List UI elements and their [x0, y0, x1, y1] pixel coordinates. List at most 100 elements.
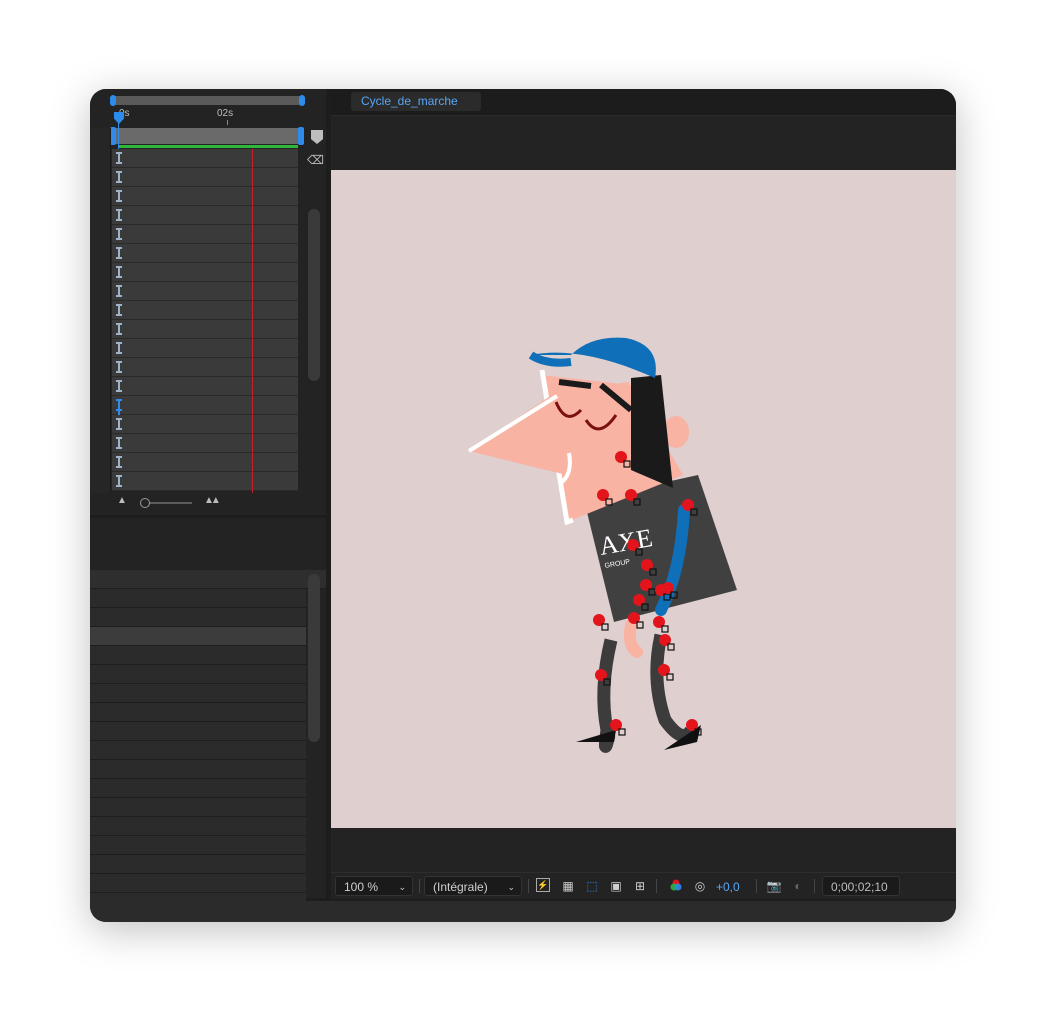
- snapshot-icon[interactable]: 📷: [766, 878, 782, 894]
- cached-frames-bar: [118, 145, 298, 148]
- toolbar-separator: [656, 879, 657, 893]
- list-row[interactable]: [90, 646, 306, 665]
- ruler-tick: [227, 120, 228, 125]
- keyframe-marker[interactable]: [116, 475, 122, 487]
- cap-visor: [528, 351, 572, 367]
- work-area-bar[interactable]: [112, 128, 302, 144]
- keyframe-marker[interactable]: [116, 171, 122, 183]
- timeline-layer-row[interactable]: [112, 415, 298, 434]
- puppet-pin-handle[interactable]: [593, 614, 609, 631]
- timeline-layer-rows: [112, 149, 298, 491]
- fast-preview-icon[interactable]: ⚡: [536, 878, 550, 892]
- keyframe-marker[interactable]: [116, 380, 122, 392]
- keyframe-marker[interactable]: [116, 304, 122, 316]
- timeline-layer-row[interactable]: [112, 187, 298, 206]
- resolution-select[interactable]: (Intégrale) ⌄: [424, 876, 522, 896]
- keyframe-marker[interactable]: [116, 361, 122, 373]
- list-row[interactable]: [90, 608, 306, 627]
- keyframe-marker[interactable]: [116, 399, 122, 411]
- keyframe-marker[interactable]: [116, 418, 122, 430]
- keyframe-marker[interactable]: [116, 190, 122, 202]
- time-navigator-end-handle[interactable]: [299, 95, 305, 106]
- timeline-layer-row[interactable]: [112, 282, 298, 301]
- list-row[interactable]: [90, 798, 306, 817]
- work-area-end-handle[interactable]: [298, 127, 304, 145]
- timeline-layer-row[interactable]: [112, 263, 298, 282]
- timeline-layer-row[interactable]: [112, 453, 298, 472]
- timeline-layer-row[interactable]: [112, 168, 298, 187]
- chevron-down-icon: ⌄: [507, 882, 515, 892]
- zoom-in-mountains-icon[interactable]: ▲▲: [204, 495, 221, 506]
- list-row[interactable]: [90, 779, 306, 798]
- list-row[interactable]: [90, 722, 306, 741]
- resolution-value: (Intégrale): [433, 880, 488, 894]
- timeline-zoom-slider[interactable]: [140, 498, 150, 508]
- list-row[interactable]: [90, 741, 306, 760]
- show-snapshot-icon[interactable]: ◐: [790, 878, 806, 894]
- graph-editor-icon[interactable]: ⌫: [307, 153, 324, 167]
- keyframe-marker[interactable]: [116, 247, 122, 259]
- list-row[interactable]: [90, 703, 306, 722]
- timeline-layer-row[interactable]: [112, 377, 298, 396]
- eyebrow-left: [558, 379, 592, 389]
- panel-header-row: [90, 570, 326, 589]
- list-row[interactable]: [90, 627, 306, 646]
- zoom-select[interactable]: 100 % ⌄: [335, 876, 413, 896]
- ruler-label-2s: 02s: [217, 108, 234, 119]
- app-window: 0s 02s ⌫ ▲ ▲▲ Cycle_de_marche AXE GROUP …: [90, 89, 956, 922]
- list-row[interactable]: [90, 817, 306, 836]
- timeline-layer-row[interactable]: [112, 396, 298, 415]
- keyframe-marker[interactable]: [116, 342, 122, 354]
- timeline-layer-row[interactable]: [112, 149, 298, 168]
- back-leg: [597, 638, 618, 753]
- timeline-layer-row[interactable]: [112, 225, 298, 244]
- zoom-value: 100 %: [344, 880, 379, 894]
- transparency-grid-icon[interactable]: ▦: [560, 878, 576, 894]
- timeline-layer-row[interactable]: [112, 320, 298, 339]
- zoom-out-mountain-icon[interactable]: ▲: [117, 495, 127, 506]
- timeline-layer-row[interactable]: [112, 434, 298, 453]
- timeline-zoom-track: [144, 502, 192, 504]
- keyframe-marker[interactable]: [116, 209, 122, 221]
- keyframe-marker[interactable]: [116, 323, 122, 335]
- keyframe-marker[interactable]: [116, 266, 122, 278]
- keyframe-marker[interactable]: [116, 285, 122, 297]
- list-row[interactable]: [90, 836, 306, 855]
- timeline-layer-row[interactable]: [112, 472, 298, 491]
- playhead-line: [118, 123, 119, 149]
- timeline-layer-row[interactable]: [112, 206, 298, 225]
- keyframe-marker[interactable]: [116, 152, 122, 164]
- lower-panel-scrollbar[interactable]: [308, 574, 320, 742]
- time-navigator-bar[interactable]: [112, 96, 302, 105]
- list-row[interactable]: [90, 855, 306, 874]
- mask-path-icon[interactable]: ⬚: [584, 878, 600, 894]
- list-row[interactable]: [90, 665, 306, 684]
- time-navigator-start-handle[interactable]: [110, 95, 116, 106]
- timeline-layer-row[interactable]: [112, 301, 298, 320]
- timeline-vertical-scrollbar[interactable]: [308, 209, 320, 381]
- keyframe-marker[interactable]: [116, 456, 122, 468]
- layer-switches-gutter: [90, 128, 111, 495]
- tab-cycle-de-marche[interactable]: Cycle_de_marche: [351, 92, 481, 111]
- region-of-interest-icon[interactable]: ▣: [608, 878, 624, 894]
- keyframe-marker[interactable]: [116, 228, 122, 240]
- timeline-layer-row[interactable]: [112, 358, 298, 377]
- current-time-field[interactable]: 0;00;02;10: [822, 876, 900, 896]
- status-bar: [90, 901, 956, 922]
- list-row[interactable]: [90, 684, 306, 703]
- composition-canvas[interactable]: AXE GROUP: [331, 170, 956, 828]
- list-row[interactable]: [90, 874, 306, 893]
- keyframe-marker[interactable]: [116, 437, 122, 449]
- list-row[interactable]: [90, 760, 306, 779]
- timeline-layer-row[interactable]: [112, 339, 298, 358]
- reset-exposure-icon[interactable]: ◎: [692, 878, 708, 894]
- puppet-pin-handle[interactable]: [653, 616, 669, 633]
- timeline-layer-row[interactable]: [112, 244, 298, 263]
- current-time-indicator-line[interactable]: [252, 149, 253, 495]
- toolbar-separator: [756, 879, 757, 893]
- exposure-value[interactable]: +0,0: [716, 880, 740, 894]
- guides-icon[interactable]: ⊞: [632, 878, 648, 894]
- color-channels-icon[interactable]: [668, 878, 684, 894]
- list-row[interactable]: [90, 589, 306, 608]
- chevron-down-icon: ⌄: [398, 882, 406, 892]
